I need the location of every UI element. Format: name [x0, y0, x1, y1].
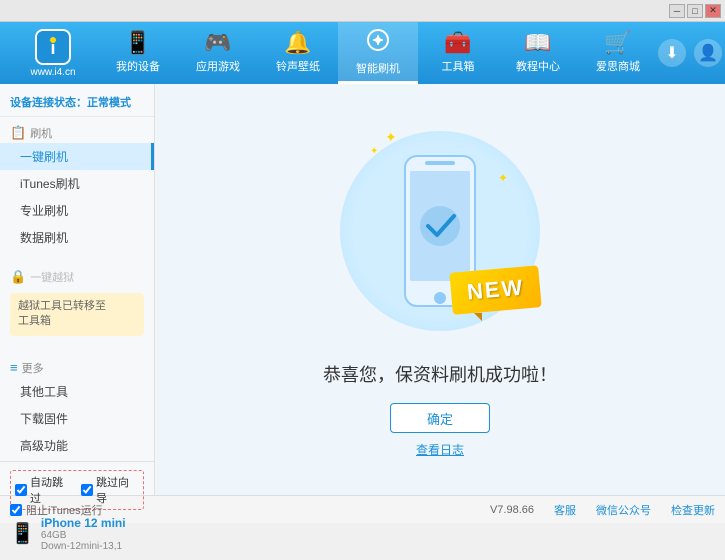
content-area: ✦ ✦ ✦ NEW 恭喜您，保资料刷机成功啦！ 确定 查看日志	[155, 84, 725, 495]
wechat-official-link[interactable]: 微信公众号	[596, 502, 651, 518]
nav-right: ⬇ 👤	[658, 39, 722, 67]
mall-icon: 🛒	[604, 32, 631, 54]
tutorial-icon: 📖	[524, 32, 551, 54]
app-game-icon: 🎮	[204, 32, 231, 54]
sidebar-item-advanced[interactable]: 高级功能	[0, 432, 154, 459]
top-nav: i www.i4.cn 📱 我的设备 🎮 应用游戏 🔔 铃声壁纸	[0, 22, 725, 84]
nav-item-smart-flash[interactable]: 智能刷机	[338, 22, 418, 84]
bottom-bar-left: 阻止iTunes运行	[10, 502, 103, 518]
sparkle-3: ✦	[498, 171, 508, 185]
nav-item-tutorial[interactable]: 📖 教程中心	[498, 22, 578, 84]
nav-item-toolbox[interactable]: 🧰 工具箱	[418, 22, 498, 84]
section-flash-title: 📋 刷机	[0, 123, 154, 143]
bottom-bar-right: V7.98.66 客服 微信公众号 检查更新	[490, 502, 715, 518]
sidebar-section-flash: 📋 刷机 一键刷机 iTunes刷机 专业刷机 数据刷机	[0, 117, 154, 253]
logo-text: www.i4.cn	[30, 67, 75, 78]
phone-illustration: ✦ ✦ ✦ NEW	[330, 121, 550, 341]
ribbon-tail	[474, 313, 482, 321]
sidebar-section-jailbreak: 🔒 一键越狱 越狱工具已转移至工具箱	[0, 261, 154, 344]
nav-item-app-game[interactable]: 🎮 应用游戏	[178, 22, 258, 84]
device-phone-icon: 📱	[10, 521, 35, 546]
nav-item-my-device[interactable]: 📱 我的设备	[98, 22, 178, 84]
logo-icon: i	[35, 29, 71, 65]
logo-area: i www.i4.cn	[8, 29, 98, 78]
daily-link[interactable]: 查看日志	[416, 441, 464, 458]
section-more-title: ≡ 更多	[0, 358, 154, 378]
maximize-button[interactable]: □	[687, 4, 703, 18]
customer-service-link[interactable]: 客服	[554, 502, 576, 518]
status-bar: 设备连接状态：正常模式	[0, 88, 154, 117]
section-jailbreak-title: 🔒 一键越狱	[0, 267, 154, 287]
itunes-checkbox[interactable]	[10, 504, 22, 516]
jailbreak-notice: 越狱工具已转移至工具箱	[10, 293, 144, 336]
sidebar-item-pro-flash[interactable]: 专业刷机	[0, 197, 154, 224]
success-text: 恭喜您，保资料刷机成功啦！	[323, 361, 557, 387]
my-device-icon: 📱	[124, 32, 151, 54]
check-update-link[interactable]: 检查更新	[671, 502, 715, 518]
sidebar-item-itunes-flash[interactable]: iTunes刷机	[0, 170, 154, 197]
flash-section-icon: 📋	[10, 125, 26, 141]
nav-item-mall[interactable]: 🛒 爱思商城	[578, 22, 658, 84]
title-bar-controls: ─ □ ✕	[669, 4, 721, 18]
sidebar: 设备连接状态：正常模式 📋 刷机 一键刷机 iTunes刷机 专业刷机 数据刷机	[0, 84, 155, 495]
jailbreak-lock-icon: 🔒	[10, 269, 26, 285]
title-bar: ─ □ ✕	[0, 0, 725, 22]
sidebar-item-one-click-flash[interactable]: 一键刷机	[0, 143, 154, 170]
sidebar-item-download-fw[interactable]: 下载固件	[0, 405, 154, 432]
new-badge: NEW	[449, 265, 542, 315]
smart-flash-icon	[366, 28, 390, 56]
download-button[interactable]: ⬇	[658, 39, 686, 67]
close-button[interactable]: ✕	[705, 4, 721, 18]
main-layout: 设备连接状态：正常模式 📋 刷机 一键刷机 iTunes刷机 专业刷机 数据刷机	[0, 84, 725, 495]
sparkle-2: ✦	[370, 146, 378, 157]
nav-item-ringtone[interactable]: 🔔 铃声壁纸	[258, 22, 338, 84]
minimize-button[interactable]: ─	[669, 4, 685, 18]
more-section-icon: ≡	[10, 360, 18, 375]
device-details: iPhone 12 mini 64GB Down-12mini-13,1	[41, 516, 126, 552]
sidebar-item-data-flash[interactable]: 数据刷机	[0, 224, 154, 251]
sidebar-section-more: ≡ 更多 其他工具 下载固件 高级功能	[0, 352, 154, 461]
sparkle-1: ✦	[385, 129, 397, 146]
sidebar-item-other-tools[interactable]: 其他工具	[0, 378, 154, 405]
user-button[interactable]: 👤	[694, 39, 722, 67]
ringtone-icon: 🔔	[284, 32, 311, 54]
confirm-button[interactable]: 确定	[390, 403, 490, 433]
device-info: 📱 iPhone 12 mini 64GB Down-12mini-13,1	[10, 516, 144, 552]
nav-items: 📱 我的设备 🎮 应用游戏 🔔 铃声壁纸 智能刷机 🧰 工具箱	[98, 22, 658, 84]
toolbox-icon: 🧰	[444, 32, 471, 54]
